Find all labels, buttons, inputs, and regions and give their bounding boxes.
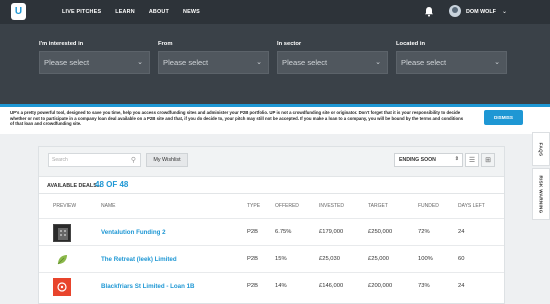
deal-type: P2B [247,283,258,289]
deal-offered: 15% [275,256,287,262]
nav-link-live-pitches[interactable]: LIVE PITCHES [62,9,101,15]
wishlist-button[interactable]: My Wishlist [146,153,188,167]
deal-days-left: 24 [458,229,465,235]
deal-offered: 14% [275,283,287,289]
deals-toolbar: Search ⚲ My Wishlist ENDING SOON ⇕ ☰ ⊞ [39,147,504,177]
search-input[interactable]: Search ⚲ [48,153,141,167]
filter-bar: I'm interested in Please select ⌄ From P… [0,24,550,104]
table-header: PREVIEW NAME TYPE OFFERED INVESTED TARGE… [39,201,504,213]
deal-days-left: 60 [458,256,465,262]
avatar[interactable] [449,5,461,17]
available-deals-label: AVAILABLE DEALS... [47,183,102,189]
filter-label: I'm interested in [39,41,84,47]
filter-select-from[interactable]: Please select ⌄ [158,51,269,74]
deal-name-link[interactable]: Blackfriars St Limited - Loan 1B [101,283,195,290]
filter-select-interested-in[interactable]: Please select ⌄ [39,51,150,74]
column-header[interactable]: OFFERED [275,203,299,209]
grid-view-icon[interactable]: ⊞ [481,153,495,167]
column-header[interactable]: FUNDED [418,203,439,209]
faqs-tab-label: FAQS [538,142,544,156]
deal-target: £200,000 [368,283,393,289]
disclaimer-text: UP's a pretty powerful tool, designed to… [10,110,464,127]
sort-value: ENDING SOON [399,157,436,163]
deals-panel: Search ⚲ My Wishlist ENDING SOON ⇕ ☰ ⊞ A… [38,146,505,304]
table-row[interactable]: Blackfriars St Limited - Loan 1B P2B 14%… [39,272,504,299]
column-header[interactable]: INVESTED [319,203,344,209]
chevron-down-icon[interactable]: ⌄ [502,8,507,15]
filter-sector: In sector Please select ⌄ [277,41,388,74]
deal-type: P2B [247,256,258,262]
deal-funded: 100% [418,256,433,262]
faqs-tab[interactable]: FAQS [532,132,550,166]
deals-count-bar: AVAILABLE DEALS... 48 OF 48 [39,178,504,194]
deal-invested: £25,030 [319,256,340,262]
deal-name-link[interactable]: Ventalution Funding 2 [101,229,166,236]
filter-select-located-in[interactable]: Please select ⌄ [396,51,507,74]
disclaimer-notice: UP's a pretty powerful tool, designed to… [0,107,550,134]
filter-located-in: Located in Please select ⌄ [396,41,507,74]
user-name[interactable]: DOM WOLF [466,9,496,15]
filter-label: In sector [277,41,302,47]
nav-link-news[interactable]: NEWS [183,9,200,15]
deal-days-left: 24 [458,283,465,289]
filter-select-value: Please select [401,58,447,67]
deal-thumbnail[interactable] [53,224,71,242]
deal-funded: 72% [418,229,430,235]
list-view-icon[interactable]: ☰ [465,153,479,167]
building-image-icon [58,228,68,240]
nav-link-learn[interactable]: LEARN [115,9,135,15]
risk-warning-tab-label: RISK WARNING [538,174,544,214]
deal-type: P2B [247,229,258,235]
deal-name-link[interactable]: The Retreat (leek) Limited [101,256,177,263]
dismiss-button[interactable]: DISMISS [484,110,523,125]
chevron-down-icon: ⌄ [375,59,381,66]
chevron-down-icon: ⌄ [256,59,262,66]
nav-link-about[interactable]: ABOUT [149,9,169,15]
column-header: PREVIEW [53,203,77,209]
logo[interactable]: U [11,3,26,20]
filter-select-value: Please select [44,58,90,67]
top-nav: U LIVE PITCHES LEARN ABOUT NEWS DOM WOLF… [0,0,550,24]
deal-invested: £179,000 [319,229,344,235]
deal-offered: 6.75% [275,229,292,235]
deal-thumbnail[interactable] [53,251,71,269]
chevron-down-icon: ⌄ [494,59,500,66]
deal-target: £25,000 [368,256,389,262]
filter-select-sector[interactable]: Please select ⌄ [277,51,388,74]
filter-select-value: Please select [282,58,328,67]
filter-label: From [158,41,173,47]
deal-target: £250,000 [368,229,393,235]
table-row[interactable]: Ventalution Funding 2 P2B 6.75% £179,000… [39,218,504,245]
nav-links: LIVE PITCHES LEARN ABOUT NEWS [62,0,214,24]
deals-count: 48 OF 48 [95,180,129,189]
filter-from: From Please select ⌄ [158,41,269,74]
column-header[interactable]: TARGET [368,203,388,209]
filter-select-value: Please select [163,58,209,67]
column-header[interactable]: TYPE [247,203,260,209]
search-icon: ⚲ [130,157,136,164]
filter-label: Located in [396,41,425,47]
table-row[interactable]: The Retreat (leek) Limited P2B 15% £25,0… [39,245,504,272]
column-header[interactable]: NAME [101,203,115,209]
risk-warning-tab[interactable]: RISK WARNING [532,168,550,220]
sort-arrows-icon: ⇕ [454,156,459,162]
deal-funded: 73% [418,283,430,289]
leaf-logo-icon [57,255,67,265]
brand-logo-icon [57,282,67,292]
column-header[interactable]: DAYS LEFT [458,203,485,209]
chevron-down-icon: ⌄ [137,59,143,66]
deal-invested: £146,000 [319,283,344,289]
search-placeholder: Search [52,157,68,163]
filter-interested-in: I'm interested in Please select ⌄ [39,41,150,74]
sort-select[interactable]: ENDING SOON ⇕ [394,153,463,167]
bell-icon[interactable] [424,6,434,17]
deal-thumbnail[interactable] [53,278,71,296]
